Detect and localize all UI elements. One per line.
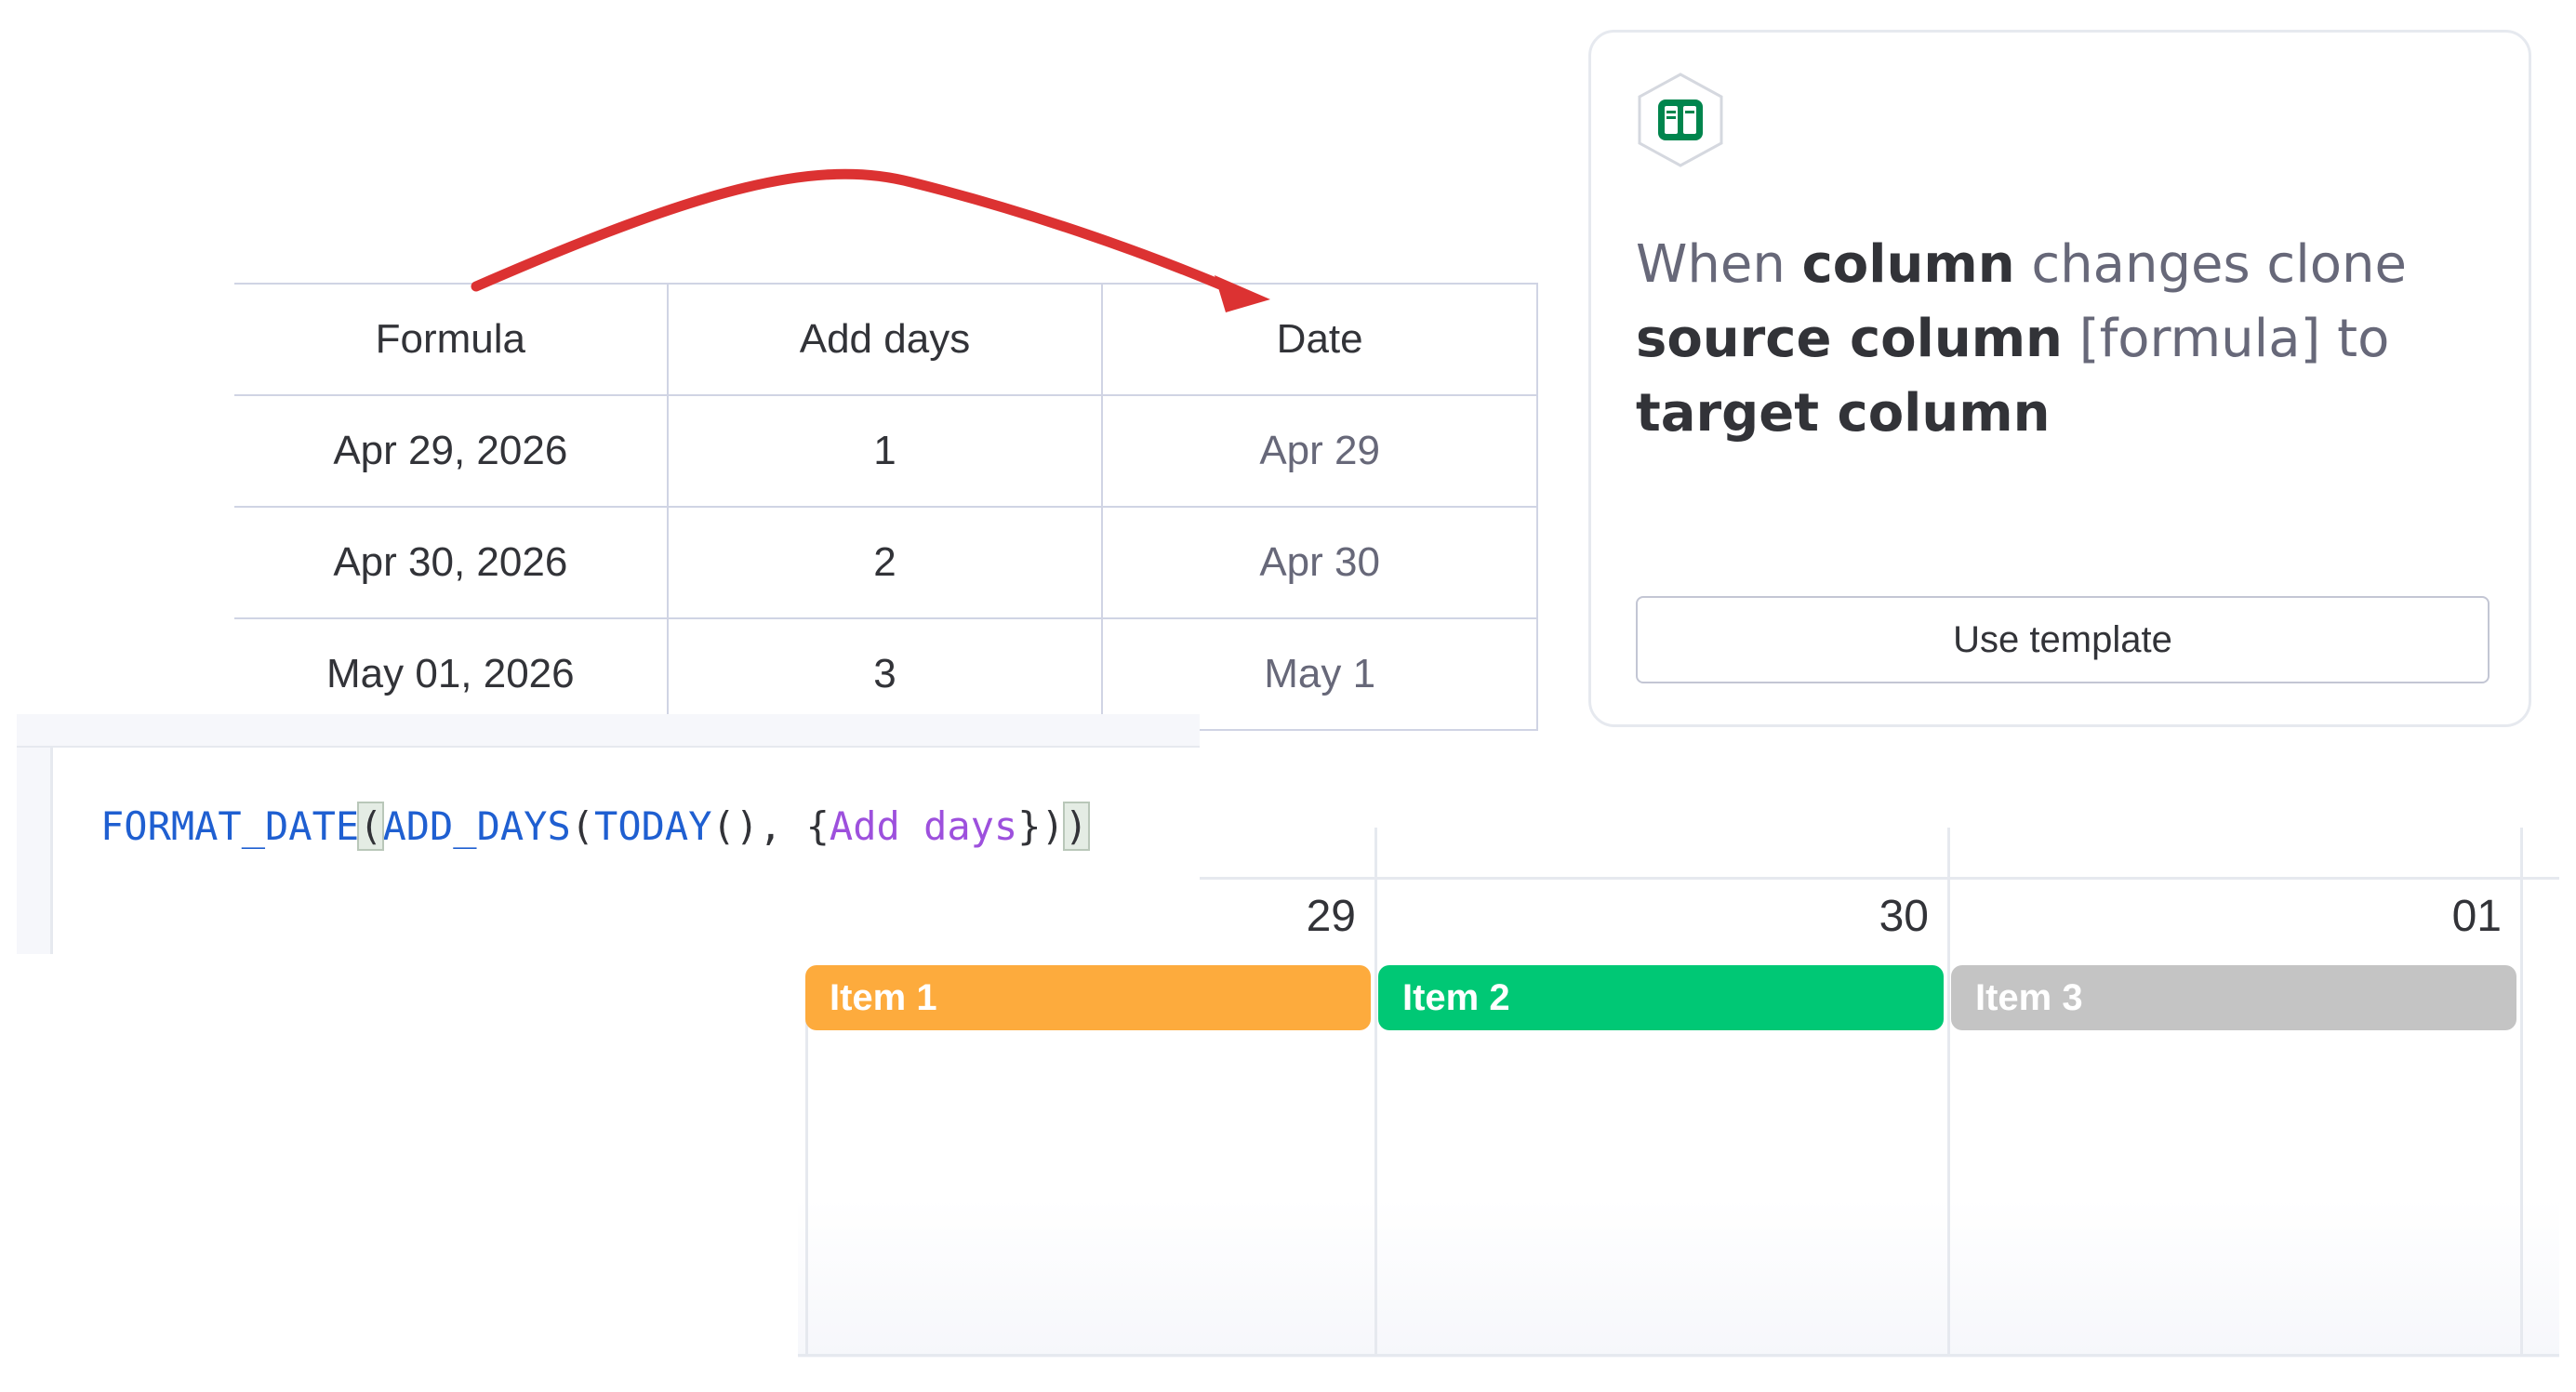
automation-recipe-text: When column changes clone source column … bbox=[1636, 228, 2501, 451]
recipe-text: When bbox=[1636, 234, 1802, 295]
formula-token: FORMAT_DATE bbox=[100, 803, 360, 849]
formula-token: TODAY bbox=[594, 803, 712, 849]
column-header-date[interactable]: Date bbox=[1101, 283, 1538, 396]
board-columns-icon bbox=[1638, 73, 1723, 167]
formula-token-bracket-match: ( bbox=[357, 802, 385, 851]
formula-token: ( bbox=[570, 803, 595, 849]
calendar-header-line bbox=[1198, 877, 2559, 880]
automation-template-card[interactable]: When column changes clone source column … bbox=[1588, 30, 2531, 727]
formula-token: }) bbox=[1017, 803, 1065, 849]
add-days-cell[interactable]: 3 bbox=[666, 617, 1103, 731]
recipe-field-column: column bbox=[1801, 234, 2015, 295]
use-template-button[interactable]: Use template bbox=[1636, 596, 2490, 683]
formula-token-column-ref: Add days bbox=[829, 803, 1018, 849]
formula-cell[interactable]: May 01, 2026 bbox=[234, 617, 668, 731]
table-row: May 01, 2026 3 May 1 bbox=[234, 617, 1538, 731]
calendar-bottom-line bbox=[798, 1354, 2559, 1357]
editor-top-bar bbox=[17, 714, 1200, 748]
date-cell[interactable]: Apr 30 bbox=[1101, 506, 1538, 619]
table-row: Apr 30, 2026 2 Apr 30 bbox=[234, 506, 1538, 619]
recipe-field-target-column: target column bbox=[1636, 383, 2051, 444]
table-header-row: Formula Add days Date bbox=[234, 283, 1538, 396]
formula-editor[interactable]: FORMAT_DATE(ADD_DAYS(TODAY(), {Add days}… bbox=[17, 714, 1200, 954]
column-header-formula[interactable]: Formula bbox=[234, 283, 668, 396]
date-cell[interactable]: Apr 29 bbox=[1101, 394, 1538, 508]
editor-gutter bbox=[17, 748, 53, 954]
formula-token: (), { bbox=[711, 803, 830, 849]
formula-token: ADD_DAYS bbox=[382, 803, 571, 849]
calendar-day-label: 30 bbox=[1879, 892, 1929, 941]
formula-cell[interactable]: Apr 29, 2026 bbox=[234, 394, 668, 508]
recipe-text: changes clone bbox=[2014, 234, 2407, 295]
clone-arrow-curve bbox=[471, 168, 1252, 301]
add-days-cell[interactable]: 2 bbox=[666, 506, 1103, 619]
calendar-item[interactable]: Item 1 bbox=[805, 965, 1371, 1030]
formula-code[interactable]: FORMAT_DATE(ADD_DAYS(TODAY(), {Add days}… bbox=[100, 802, 1091, 851]
add-days-cell[interactable]: 1 bbox=[666, 394, 1103, 508]
formula-token-bracket-match: ) bbox=[1062, 802, 1091, 851]
column-header-add-days[interactable]: Add days bbox=[666, 283, 1103, 396]
calendar-item[interactable]: Item 3 bbox=[1951, 965, 2516, 1030]
calendar-divider bbox=[805, 976, 808, 1356]
calendar-divider bbox=[2520, 828, 2523, 1356]
table-row: Apr 29, 2026 1 Apr 29 bbox=[234, 394, 1538, 508]
recipe-text: [formula] to bbox=[2062, 309, 2390, 369]
recipe-field-source-column: source column bbox=[1636, 309, 2063, 369]
formula-cell[interactable]: Apr 30, 2026 bbox=[234, 506, 668, 619]
board-table: Formula Add days Date Apr 29, 2026 1 Apr… bbox=[234, 283, 1538, 731]
date-cell[interactable]: May 1 bbox=[1101, 617, 1538, 731]
calendar-item[interactable]: Item 2 bbox=[1378, 965, 1944, 1030]
calendar-day-label: 01 bbox=[2451, 892, 2502, 941]
